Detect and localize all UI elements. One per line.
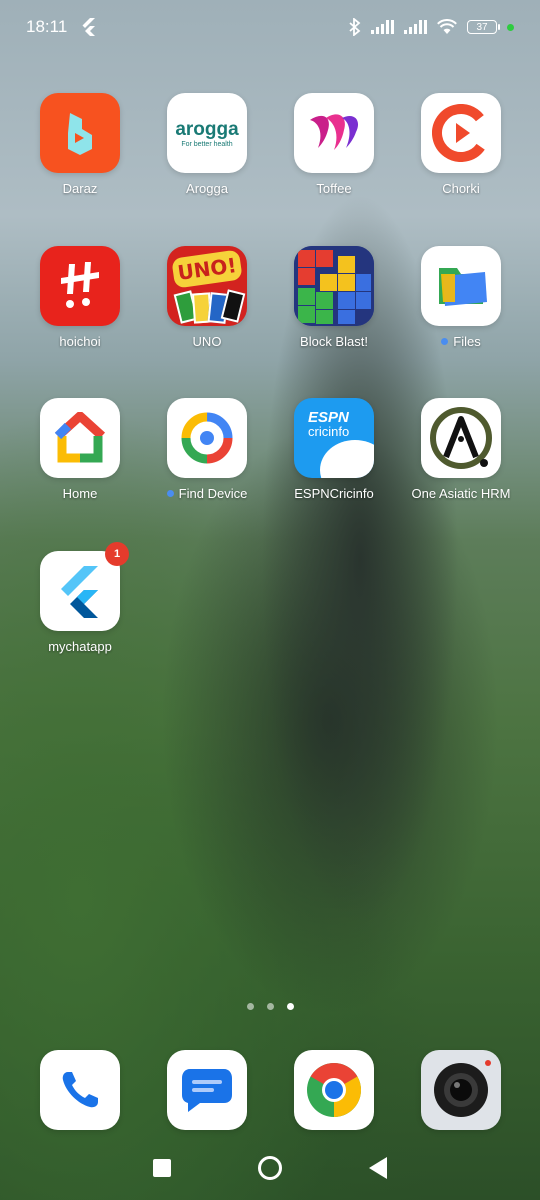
- new-install-dot: [166, 490, 174, 497]
- app-label: Find Device: [144, 486, 270, 501]
- app-home[interactable]: Home: [17, 398, 143, 501]
- app-label: Daraz: [62, 181, 98, 196]
- app-files[interactable]: Files: [398, 246, 524, 349]
- dock-chrome[interactable]: [271, 1050, 397, 1130]
- signal-icon: [371, 20, 394, 34]
- app-uno[interactable]: UNO! UNO: [144, 246, 270, 349]
- app-find-device[interactable]: Find Device: [144, 398, 270, 501]
- app-label: Block Blast!: [300, 334, 368, 349]
- app-label: Files: [398, 334, 524, 349]
- app-label: Arogga: [186, 181, 228, 196]
- chrome-icon: [294, 1050, 374, 1130]
- app-chorki[interactable]: Chorki: [398, 93, 524, 196]
- app-label: ESPNCricinfo: [294, 486, 374, 501]
- battery-icon: 37: [467, 20, 500, 34]
- signal-icon: [404, 20, 427, 34]
- battery-level: 37: [476, 21, 488, 33]
- one-asiatic-hrm-icon: [421, 398, 501, 478]
- arogga-logo-text: arogga: [175, 118, 239, 140]
- daraz-icon: [40, 93, 120, 173]
- clock: 18:11: [26, 17, 68, 36]
- wifi-icon: [437, 19, 457, 34]
- app-mychatapp[interactable]: 1 mychatapp: [17, 542, 143, 654]
- privacy-indicator: [507, 23, 514, 31]
- app-toffee[interactable]: Toffee: [271, 93, 397, 196]
- app-arogga[interactable]: arogga For better health Arogga: [144, 93, 270, 196]
- app-label: Chorki: [442, 181, 480, 196]
- uno-logo-text: UNO!: [176, 253, 238, 285]
- camera-icon: [421, 1050, 501, 1130]
- uno-icon: UNO!: [167, 246, 247, 326]
- page-dot[interactable]: [266, 1003, 274, 1010]
- dock-camera[interactable]: [398, 1050, 524, 1130]
- navigation-bar: [0, 1145, 540, 1190]
- block-blast-icon: [294, 246, 374, 326]
- find-device-icon: [167, 398, 247, 478]
- recents-button[interactable]: [153, 1158, 172, 1177]
- status-bar: 18:11 37: [0, 0, 540, 54]
- chorki-icon: [421, 93, 501, 173]
- app-label: Home: [62, 486, 98, 501]
- flutter-app-icon: [40, 551, 120, 631]
- app-label: mychatapp: [48, 639, 112, 654]
- app-hoichoi[interactable]: hoichoi: [17, 246, 143, 349]
- files-icon: [421, 246, 501, 326]
- espncricinfo-icon: ESPN cricinfo: [294, 398, 374, 478]
- app-block-blast[interactable]: Block Blast!: [271, 246, 397, 349]
- new-install-dot: [441, 338, 449, 345]
- back-button[interactable]: [368, 1156, 387, 1179]
- app-daraz[interactable]: Daraz: [17, 93, 143, 196]
- messages-icon: [167, 1050, 247, 1130]
- espn-logo-text: ESPN: [308, 409, 349, 426]
- cricinfo-logo-text: cricinfo: [308, 424, 350, 439]
- google-home-icon: [40, 398, 120, 478]
- page-indicator[interactable]: [0, 1003, 540, 1010]
- app-label: Toffee: [316, 181, 352, 196]
- hoichoi-icon: [40, 246, 120, 326]
- phone-icon: [40, 1050, 120, 1130]
- notification-badge: 1: [105, 542, 129, 566]
- app-label: UNO: [192, 334, 222, 349]
- home-button[interactable]: [257, 1155, 282, 1180]
- page-dot[interactable]: [246, 1003, 254, 1010]
- app-label: hoichoi: [59, 334, 101, 349]
- dock-phone[interactable]: [17, 1050, 143, 1130]
- app-one-asiatic-hrm[interactable]: One Asiatic HRM: [398, 398, 524, 501]
- flutter-icon: [82, 18, 96, 36]
- bluetooth-icon: [349, 18, 361, 36]
- app-label: One Asiatic HRM: [411, 486, 511, 501]
- page-dot-active[interactable]: [286, 1003, 294, 1010]
- toffee-icon: [294, 93, 374, 173]
- dock-messages[interactable]: [144, 1050, 270, 1130]
- arogga-icon: arogga For better health: [167, 93, 247, 173]
- app-espncricinfo[interactable]: ESPN cricinfo ESPNCricinfo: [271, 398, 397, 501]
- arogga-tagline: For better health: [181, 140, 233, 148]
